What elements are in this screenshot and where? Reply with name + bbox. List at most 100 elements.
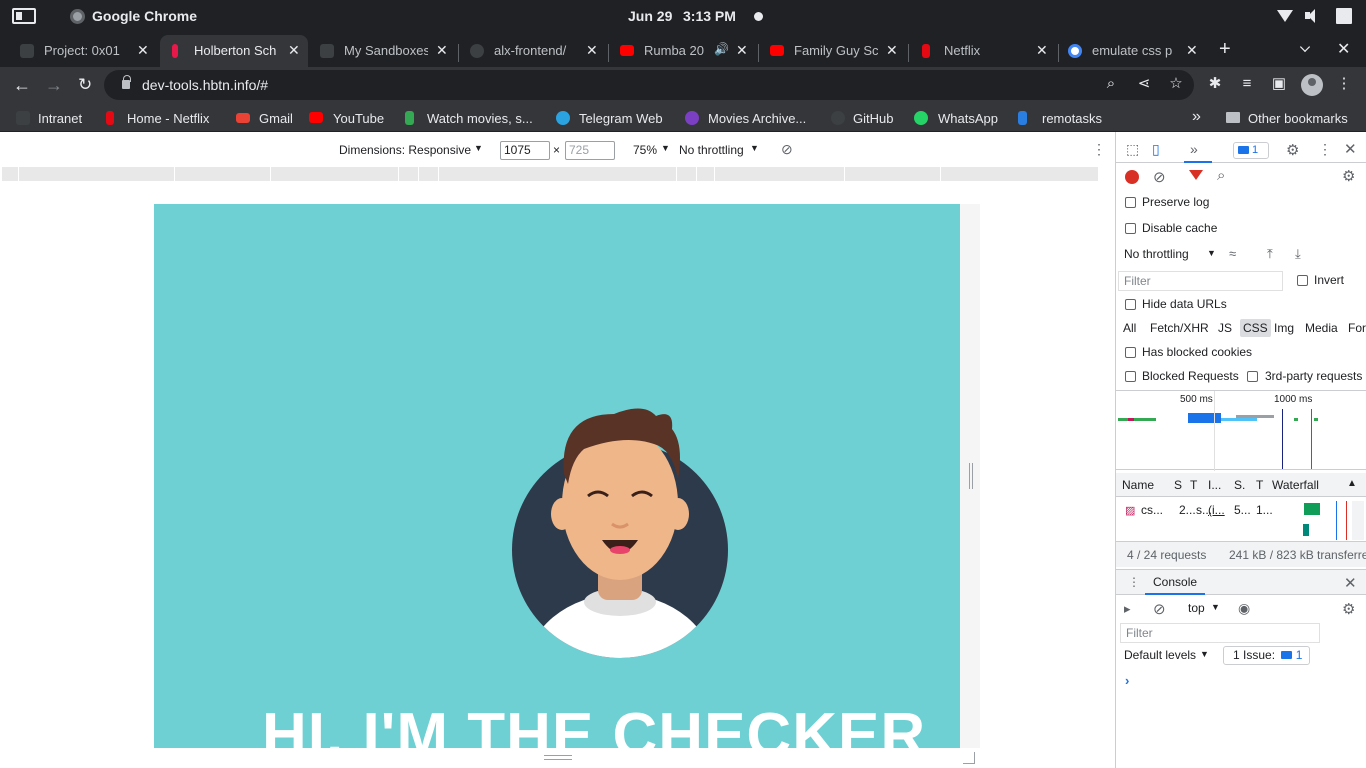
- issues-badge[interactable]: 1: [1233, 142, 1269, 159]
- col-status[interactable]: S: [1174, 478, 1182, 492]
- network-filter-input[interactable]: Filter: [1118, 271, 1283, 291]
- bottom-resize-handle[interactable]: [544, 755, 572, 760]
- corner-resize-handle[interactable]: [963, 752, 975, 764]
- scrollbar[interactable]: [1352, 501, 1364, 540]
- tab-emulate-css[interactable]: emulate css p ✕: [1058, 35, 1208, 67]
- close-drawer-icon[interactable]: ✕: [1344, 574, 1357, 592]
- settings-gear-icon[interactable]: ⚙: [1286, 141, 1299, 159]
- context-selector[interactable]: top: [1188, 601, 1205, 615]
- clear-console-icon[interactable]: ⊘: [1153, 600, 1166, 618]
- cell-name[interactable]: cs...: [1141, 503, 1163, 517]
- console-sidebar-icon[interactable]: ▸: [1124, 601, 1131, 617]
- share-icon[interactable]: ⋖: [1136, 76, 1152, 92]
- bookmark-github[interactable]: GitHub: [853, 111, 893, 126]
- zoom-dropdown[interactable]: 75%: [633, 143, 657, 157]
- close-icon[interactable]: ✕: [1186, 42, 1198, 59]
- tab-netflix[interactable]: Netflix ✕: [908, 35, 1058, 67]
- reload-button[interactable]: ↻: [78, 75, 92, 95]
- close-icon[interactable]: ✕: [736, 42, 748, 59]
- close-icon[interactable]: ✕: [137, 42, 149, 59]
- bookmark-remotasks[interactable]: remotasks: [1042, 111, 1102, 126]
- bookmark-watch-movies[interactable]: Watch movies, s...: [427, 111, 533, 126]
- new-tab-button[interactable]: +: [1219, 38, 1231, 61]
- width-input[interactable]: 1075: [500, 141, 550, 160]
- tab-family-guy[interactable]: Family Guy Sc ✕: [758, 35, 908, 67]
- devtools-menu-icon[interactable]: ⋮: [1318, 141, 1332, 158]
- type-filter-all[interactable]: All: [1123, 321, 1136, 335]
- media-control-icon[interactable]: ≡: [1239, 76, 1255, 92]
- tab-project[interactable]: Project: 0x01 ✕: [0, 35, 160, 67]
- more-tabs-chevron-icon[interactable]: »: [1190, 141, 1198, 157]
- network-conditions-icon[interactable]: ≈: [1229, 246, 1236, 261]
- zoom-icon[interactable]: ⌕: [1103, 76, 1119, 92]
- cell-initiator[interactable]: (i...: [1208, 503, 1225, 517]
- disable-cache-checkbox[interactable]: [1125, 223, 1136, 234]
- device-options-icon[interactable]: ⋮: [1092, 141, 1106, 158]
- right-resize-handle[interactable]: [969, 463, 973, 489]
- bookmark-star-icon[interactable]: ☆: [1168, 76, 1184, 92]
- window-close-button[interactable]: ✕: [1337, 39, 1350, 59]
- export-har-icon[interactable]: ⤓: [1295, 246, 1301, 262]
- type-filter-media[interactable]: Media: [1305, 321, 1338, 335]
- log-levels-dropdown[interactable]: Default levels: [1124, 648, 1196, 662]
- bookmark-youtube[interactable]: YouTube: [333, 111, 384, 126]
- console-filter-input[interactable]: Filter: [1120, 623, 1320, 643]
- system-time[interactable]: 3:13 PM: [683, 8, 736, 24]
- bookmark-telegram[interactable]: Telegram Web: [579, 111, 663, 126]
- console-prompt-icon[interactable]: ›: [1125, 673, 1129, 688]
- col-initiator[interactable]: I...: [1208, 478, 1221, 492]
- launcher-icon[interactable]: [12, 8, 36, 24]
- wifi-icon[interactable]: [1277, 8, 1293, 24]
- col-name[interactable]: Name: [1122, 478, 1154, 492]
- bookmark-whatsapp[interactable]: WhatsApp: [938, 111, 998, 126]
- col-time[interactable]: T: [1256, 478, 1263, 492]
- network-overview-timeline[interactable]: 500 ms 1000 ms: [1116, 390, 1366, 471]
- more-bookmarks-chevron-icon[interactable]: »: [1192, 108, 1201, 126]
- type-filter-css[interactable]: CSS: [1240, 319, 1271, 337]
- close-icon[interactable]: ✕: [1036, 42, 1048, 59]
- record-icon[interactable]: [1125, 170, 1139, 184]
- preserve-log-checkbox[interactable]: [1125, 197, 1136, 208]
- network-settings-gear-icon[interactable]: ⚙: [1342, 167, 1355, 185]
- invert-checkbox[interactable]: [1297, 275, 1308, 286]
- type-filter-img[interactable]: Img: [1274, 321, 1294, 335]
- dimensions-dropdown[interactable]: Dimensions: Responsive: [339, 143, 471, 157]
- filter-icon[interactable]: [1189, 170, 1203, 180]
- tab-alx-frontend[interactable]: alx-frontend/ ✕: [458, 35, 608, 67]
- speaker-icon[interactable]: 🔊: [714, 42, 729, 56]
- extensions-icon[interactable]: ✱: [1207, 76, 1223, 92]
- tab-sandboxes[interactable]: My Sandboxes ✕: [308, 35, 458, 67]
- media-query-ruler[interactable]: [2, 167, 1098, 181]
- col-size[interactable]: S.: [1234, 478, 1245, 492]
- battery-icon[interactable]: [1336, 8, 1352, 24]
- search-icon[interactable]: ⌕: [1217, 167, 1225, 184]
- chrome-menu-icon[interactable]: ⋮: [1336, 76, 1352, 92]
- bookmark-home-netflix[interactable]: Home - Netflix: [127, 111, 209, 126]
- sort-ascending-icon[interactable]: ▲: [1347, 478, 1357, 489]
- close-icon[interactable]: ✕: [288, 42, 300, 59]
- close-devtools-icon[interactable]: ✕: [1344, 140, 1357, 158]
- side-panel-icon[interactable]: ▣: [1271, 76, 1287, 92]
- type-filter-js[interactable]: JS: [1218, 321, 1232, 335]
- bookmark-intranet[interactable]: Intranet: [38, 111, 82, 126]
- throttling-dropdown[interactable]: No throttling: [679, 143, 744, 157]
- network-throttling-dropdown[interactable]: No throttling: [1124, 247, 1189, 261]
- col-type[interactable]: T: [1190, 478, 1197, 492]
- inspect-icon[interactable]: ⬚: [1126, 141, 1139, 158]
- back-button[interactable]: ←: [13, 75, 31, 96]
- table-row[interactable]: ▨ cs... 2... s... (i... 5... 1...: [1116, 497, 1366, 540]
- blocked-cookies-checkbox[interactable]: [1125, 347, 1136, 358]
- issues-counter[interactable]: 1 Issue: 1: [1223, 646, 1310, 665]
- bookmark-gmail[interactable]: Gmail: [259, 111, 293, 126]
- volume-icon[interactable]: [1304, 8, 1320, 24]
- clear-icon[interactable]: ⊘: [1153, 168, 1166, 186]
- blocked-requests-checkbox[interactable]: [1125, 371, 1136, 382]
- bookmark-other[interactable]: Other bookmarks: [1248, 111, 1348, 126]
- rotate-icon[interactable]: ⊘: [781, 141, 793, 158]
- forward-button[interactable]: →: [45, 75, 63, 96]
- device-toggle-icon[interactable]: ▯: [1152, 141, 1160, 158]
- close-icon[interactable]: ✕: [586, 42, 598, 59]
- third-party-checkbox[interactable]: [1247, 371, 1258, 382]
- import-har-icon[interactable]: ⤒: [1267, 246, 1273, 262]
- type-filter-font[interactable]: For: [1348, 321, 1366, 335]
